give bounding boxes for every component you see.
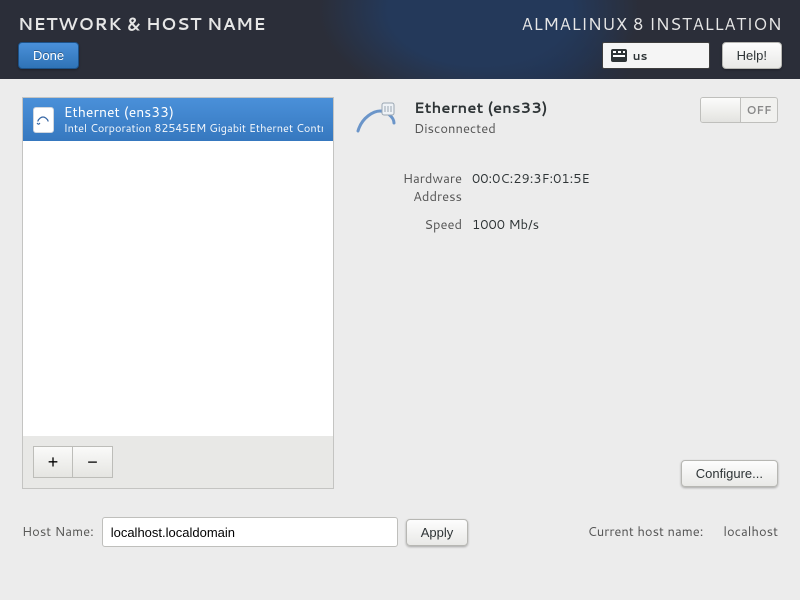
keyboard-layout-label: us [633, 47, 648, 64]
detail-properties: Hardware Address 00:0C:29:3F:01:5E Speed… [352, 170, 778, 234]
add-device-button[interactable]: + [33, 446, 73, 478]
detail-status: Disconnected [414, 120, 686, 138]
device-toolbar: + − [23, 436, 333, 488]
device-description: Intel Corporation 82545EM Gigabit Ethern… [64, 122, 323, 136]
page-title: NETWORK & HOST NAME [18, 12, 266, 36]
remove-device-button[interactable]: − [73, 446, 113, 478]
device-item[interactable]: Ethernet (ens33) Intel Corporation 82545… [23, 98, 333, 141]
current-hostname-label: Current host name: [588, 523, 704, 541]
ethernet-icon [33, 107, 54, 133]
header: NETWORK & HOST NAME Done ALMALINUX 8 INS… [0, 0, 800, 79]
hostname-input[interactable] [102, 517, 398, 547]
hostname-label: Host Name: [22, 523, 94, 541]
help-button[interactable]: Help! [722, 42, 782, 69]
current-hostname-value: localhost [723, 523, 778, 541]
hw-address-label: Hardware Address [352, 170, 462, 206]
connection-toggle[interactable]: OFF [700, 97, 778, 123]
done-button[interactable]: Done [18, 42, 79, 69]
device-name: Ethernet (ens33) [64, 104, 323, 122]
speed-label: Speed [352, 216, 462, 234]
speed-value: 1000 Mb/s [472, 216, 778, 234]
install-title: ALMALINUX 8 INSTALLATION [521, 12, 782, 36]
keyboard-layout-indicator[interactable]: us [602, 42, 710, 69]
configure-button[interactable]: Configure... [681, 460, 778, 487]
content: Ethernet (ens33) Intel Corporation 82545… [0, 79, 800, 600]
toggle-label: OFF [741, 98, 777, 122]
detail-panel: Ethernet (ens33) Disconnected OFF Hardwa… [352, 97, 778, 489]
ethernet-large-icon [352, 97, 400, 150]
detail-title: Ethernet (ens33) [414, 97, 686, 118]
hostname-row: Host Name: Apply Current host name: loca… [22, 517, 778, 547]
apply-button[interactable]: Apply [406, 519, 469, 546]
device-panel: Ethernet (ens33) Intel Corporation 82545… [22, 97, 334, 489]
toggle-knob [701, 98, 741, 122]
keyboard-icon [611, 49, 627, 62]
hw-address-value: 00:0C:29:3F:01:5E [472, 170, 778, 206]
device-list[interactable]: Ethernet (ens33) Intel Corporation 82545… [23, 98, 333, 436]
